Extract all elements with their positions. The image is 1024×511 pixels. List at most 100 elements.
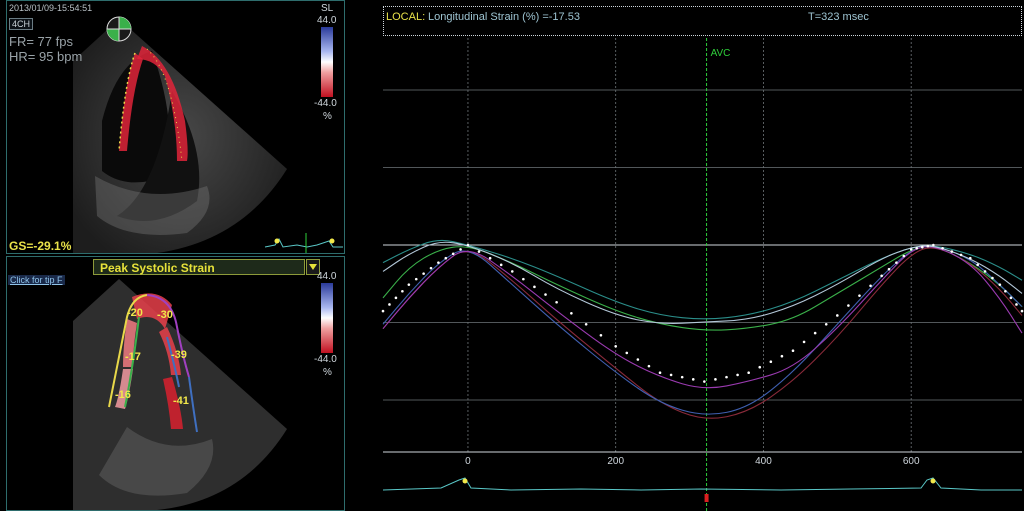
strain-curve-point: [1004, 289, 1007, 293]
orientation-marker-icon: [106, 16, 132, 42]
scale-min: -44.0: [314, 98, 337, 109]
strain-curve-point: [533, 285, 536, 289]
strain-curve-point: [780, 354, 784, 358]
strain-curve-point: [959, 253, 963, 257]
ecg-trace: [382, 477, 1022, 491]
strain-curve-point: [451, 252, 455, 256]
bullseye-segment-image: [73, 279, 333, 510]
peak-strain-panel[interactable]: Peak Systolic Strain Click for tip F 44.…: [6, 256, 345, 511]
strain-curve-point: [1015, 303, 1018, 306]
scale-max-2: 44.0: [317, 271, 337, 282]
strain-curve-point: [488, 256, 492, 260]
strain-curve-point: [669, 373, 673, 377]
strain-curve-point: [691, 378, 695, 381]
strain-curve-point: [499, 263, 503, 267]
strain-curve-point: [887, 267, 891, 271]
segment-value: -39: [171, 349, 187, 361]
strain-curve-point: [847, 304, 850, 307]
strain-curve-point: [813, 331, 817, 335]
strain-curve-point: [510, 270, 514, 273]
avc-label: AVC: [711, 48, 731, 59]
segment-value: -16: [115, 389, 131, 401]
strain-curve-point: [444, 256, 448, 260]
strain-curve-point: [909, 248, 913, 251]
acquisition-timestamp: 2013/01/09-15:54:51: [9, 3, 93, 13]
strain-curve-point: [902, 254, 906, 258]
view-label: 4CH: [9, 18, 34, 30]
strain-curve-point: [544, 293, 547, 296]
strain-curve-point: [968, 256, 972, 260]
heart-rate: HR= 95 bpm: [9, 49, 83, 64]
scale-max: 44.0: [317, 15, 337, 26]
strain-curve-point: [932, 243, 935, 247]
strain-curve-point: [459, 248, 462, 251]
scale-min-2: -44.0: [314, 354, 337, 365]
strain-mode-label: Peak Systolic Strain: [100, 261, 215, 275]
strain-curve-point: [429, 266, 433, 270]
strain-curve-point: [407, 283, 411, 286]
strain-curve: [382, 247, 1023, 419]
strain-curve: [382, 246, 1023, 331]
strain-curve-point: [555, 300, 558, 304]
strain-curve-graph[interactable]: LOCAL: Longitudinal Strain (%) =-17.53 T…: [381, 0, 1024, 511]
segment-value: -30: [157, 309, 173, 321]
strain-curve-point: [983, 270, 987, 273]
strain-curve-point: [703, 380, 706, 383]
segment-value: -17: [125, 351, 141, 363]
strain-curve-point: [858, 294, 861, 297]
strain-curve-point: [915, 247, 919, 250]
x-tick-label: 200: [607, 456, 624, 467]
strain-curve: [382, 246, 1023, 389]
strain-curve-point: [422, 272, 425, 275]
tip-link[interactable]: Click for tip F: [8, 275, 65, 285]
strain-curve-point: [437, 261, 440, 264]
global-strain-value: GS=-29.1%: [9, 239, 72, 253]
strain-curve-point: [920, 245, 924, 249]
strain-curve-point: [522, 277, 525, 281]
scale-unit-2: %: [323, 367, 332, 378]
ecg-marker: [930, 478, 936, 484]
segment-value: -20: [127, 307, 143, 319]
strain-curve-point: [1020, 309, 1024, 313]
strain-curve-point: [599, 333, 603, 337]
strain-curve-point: [836, 314, 839, 317]
strain-color-scale-2: [321, 283, 333, 353]
strain-curve-point: [584, 322, 588, 326]
strain-curve-point: [381, 309, 385, 313]
x-tick-label: 0: [465, 456, 471, 467]
time-cursor: [704, 494, 709, 502]
strain-curve-point: [658, 371, 662, 375]
strain-curve-point: [926, 244, 930, 248]
strain-color-scale: [321, 27, 333, 97]
strain-curve-point: [791, 349, 795, 353]
strain-curve-point: [869, 284, 872, 288]
strain-curve-point: [802, 340, 806, 344]
strain-curve-point: [570, 311, 573, 315]
strain-curve: [382, 246, 1023, 415]
strain-curve-point: [736, 373, 739, 377]
x-tick-label: 600: [903, 456, 920, 467]
strain-mode-dropdown[interactable]: Peak Systolic Strain: [93, 259, 305, 275]
strain-curve-point: [758, 365, 762, 369]
scale-unit: %: [323, 111, 332, 122]
strain-curve-point: [998, 283, 1002, 286]
strain-curve-point: [647, 364, 651, 368]
strain-curve-point: [880, 274, 883, 278]
strain-chart[interactable]: 35.217.60.0-17.6-35.20200400600AVC: [381, 0, 1024, 511]
strain-curve-point: [950, 250, 954, 253]
strain-curve-point: [941, 247, 944, 250]
strain-curve-point: [680, 375, 684, 379]
segment-value: -41: [173, 395, 189, 407]
strain-curve-point: [747, 371, 750, 375]
ecg-marker: [462, 478, 468, 484]
strain-curve-point: [714, 378, 717, 381]
frame-rate: FR= 77 fps: [9, 34, 73, 49]
strain-curve-point: [991, 276, 994, 280]
strain-curve-point: [394, 296, 398, 300]
strain-curve-point: [725, 375, 728, 379]
strain-curve-point: [477, 250, 481, 253]
strain-image-panel[interactable]: 2013/01/09-15:54:51 4CH FR= 77 fps HR= 9…: [6, 0, 345, 254]
strain-curve-point: [401, 289, 404, 293]
x-tick-label: 400: [755, 456, 772, 467]
strain-curve-point: [625, 351, 629, 355]
